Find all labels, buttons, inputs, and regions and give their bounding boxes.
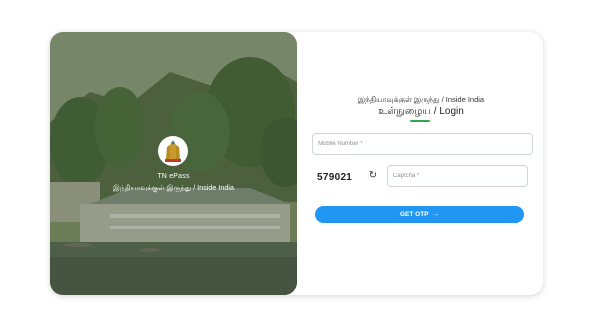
arrow-right-icon: →	[432, 211, 440, 218]
refresh-icon[interactable]: ↻	[367, 170, 379, 182]
title-underline	[410, 120, 430, 122]
region-heading: இந்தியாவுக்குள் இருந்து / Inside India	[357, 95, 485, 104]
page-title: உள்நுழைய / Login	[378, 106, 464, 117]
captcha-code: 579021	[317, 172, 353, 183]
tamil-nadu-emblem-icon	[158, 136, 188, 166]
hero-panel: TN ePass இந்தியாவுக்குள் இருந்து / Insid…	[50, 32, 297, 295]
get-otp-button[interactable]: GET OTP →	[315, 206, 524, 223]
brand-subtitle: இந்தியாவுக்குள் இருந்து / Inside India	[113, 183, 234, 192]
captcha-input[interactable]	[387, 165, 528, 187]
login-card: TN ePass இந்தியாவுக்குள் இருந்து / Insid…	[50, 32, 543, 295]
get-otp-label: GET OTP	[399, 211, 429, 218]
mobile-number-input[interactable]	[312, 133, 533, 155]
brand-name: TN ePass	[157, 173, 190, 180]
